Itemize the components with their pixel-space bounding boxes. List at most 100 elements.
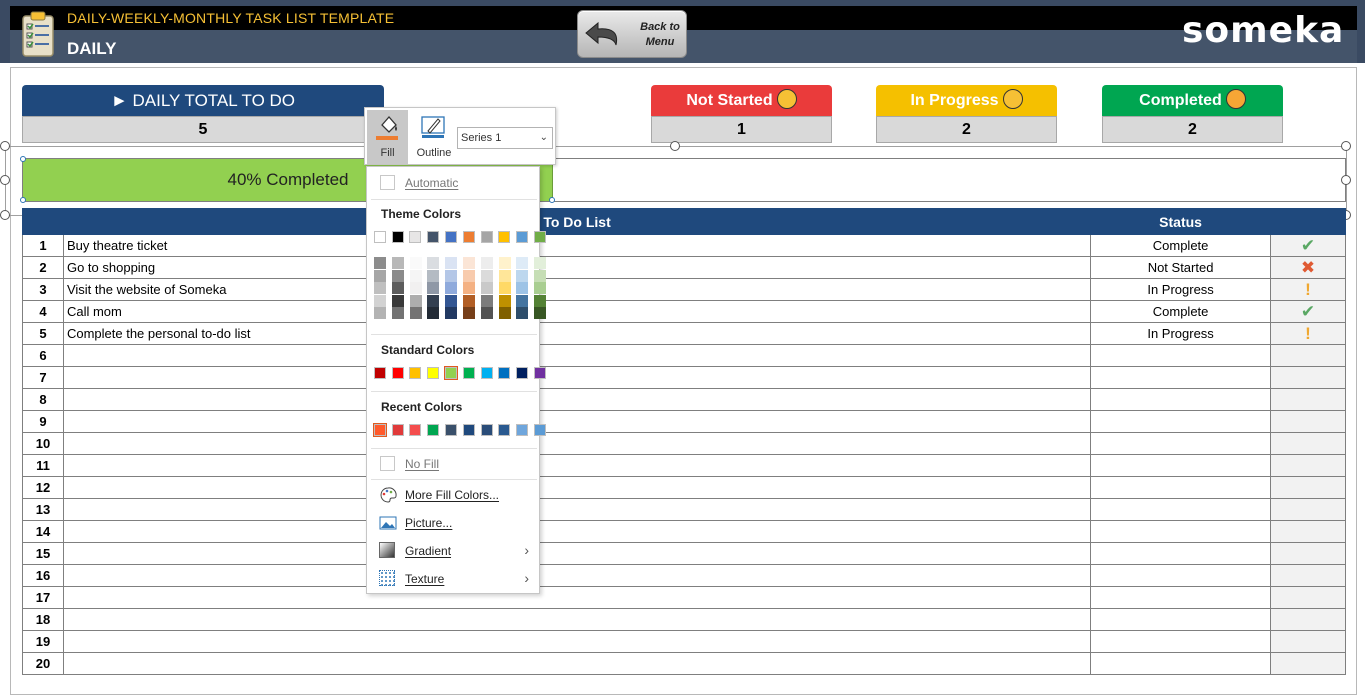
status-cell[interactable]: Not Started xyxy=(1090,256,1272,279)
more-fill-colors-option[interactable]: More Fill Colors... xyxy=(367,482,539,508)
row-number-cell[interactable]: 9 xyxy=(22,410,64,433)
color-swatch[interactable] xyxy=(444,366,459,380)
shade-swatch[interactable] xyxy=(409,294,422,307)
color-swatch[interactable] xyxy=(409,424,422,436)
shade-swatch[interactable] xyxy=(480,269,493,282)
no-fill-option[interactable]: No Fill xyxy=(367,451,539,477)
color-swatch[interactable] xyxy=(373,367,386,379)
shade-swatch[interactable] xyxy=(516,294,529,307)
status-cell[interactable] xyxy=(1090,630,1272,653)
status-cell[interactable] xyxy=(1090,520,1272,543)
row-number-cell[interactable]: 11 xyxy=(22,454,64,477)
color-swatch[interactable] xyxy=(480,367,493,379)
shade-swatch[interactable] xyxy=(498,294,511,307)
row-number-cell[interactable]: 16 xyxy=(22,564,64,587)
shade-swatch[interactable] xyxy=(445,307,458,319)
shade-swatch[interactable] xyxy=(463,257,475,269)
row-number-cell[interactable]: 19 xyxy=(22,630,64,653)
shade-swatch[interactable] xyxy=(534,307,547,319)
fill-button[interactable]: Fill xyxy=(367,110,408,164)
row-number-cell[interactable]: 14 xyxy=(22,520,64,543)
status-cell[interactable] xyxy=(1090,388,1272,411)
resize-handle[interactable] xyxy=(0,175,10,185)
status-cell[interactable] xyxy=(1090,344,1272,367)
shade-swatch[interactable] xyxy=(427,307,440,319)
shade-swatch[interactable] xyxy=(427,294,440,307)
status-cell[interactable] xyxy=(1090,564,1272,587)
status-cell[interactable]: In Progress xyxy=(1090,322,1272,345)
task-cell[interactable] xyxy=(62,564,1092,587)
row-number-cell[interactable]: 12 xyxy=(22,476,64,499)
progress-bar[interactable]: 40% Completed xyxy=(22,158,1346,202)
automatic-option[interactable]: Automatic xyxy=(367,170,539,196)
color-swatch[interactable] xyxy=(480,424,493,436)
shade-swatch[interactable] xyxy=(409,257,422,269)
row-number-cell[interactable]: 6 xyxy=(22,344,64,367)
shade-swatch[interactable] xyxy=(445,282,458,294)
color-swatch[interactable] xyxy=(391,231,404,243)
row-number-cell[interactable]: 3 xyxy=(22,278,64,301)
color-swatch[interactable] xyxy=(445,231,458,243)
status-cell[interactable] xyxy=(1090,410,1272,433)
status-cell[interactable] xyxy=(1090,498,1272,521)
resize-handle[interactable] xyxy=(670,141,680,151)
color-swatch[interactable] xyxy=(445,424,458,436)
shade-swatch[interactable] xyxy=(391,307,404,319)
task-cell[interactable]: Call mom xyxy=(62,300,1092,323)
status-cell[interactable] xyxy=(1090,432,1272,455)
color-swatch[interactable] xyxy=(391,424,404,436)
task-cell[interactable]: Go to shopping xyxy=(62,256,1092,279)
status-cell[interactable] xyxy=(1090,454,1272,477)
shade-swatch[interactable] xyxy=(498,282,511,294)
shade-swatch[interactable] xyxy=(463,282,475,294)
outline-button[interactable]: Outline xyxy=(412,110,456,164)
color-swatch[interactable] xyxy=(409,231,422,243)
shade-swatch[interactable] xyxy=(516,269,529,282)
color-swatch[interactable] xyxy=(533,424,546,436)
back-to-menu-button[interactable]: Back to Menu xyxy=(577,10,687,58)
shade-swatch[interactable] xyxy=(445,269,458,282)
shade-swatch[interactable] xyxy=(498,307,511,319)
row-number-cell[interactable]: 13 xyxy=(22,498,64,521)
shade-swatch[interactable] xyxy=(534,282,547,294)
row-number-cell[interactable]: 17 xyxy=(22,586,64,609)
color-swatch[interactable] xyxy=(372,423,387,437)
shade-swatch[interactable] xyxy=(480,294,493,307)
resize-handle[interactable] xyxy=(1341,141,1351,151)
series-handle[interactable] xyxy=(549,197,555,203)
shade-swatch[interactable] xyxy=(463,269,475,282)
shade-swatch[interactable] xyxy=(480,257,493,269)
row-number-cell[interactable]: 18 xyxy=(22,608,64,631)
shade-swatch[interactable] xyxy=(391,282,404,294)
color-swatch[interactable] xyxy=(516,231,529,243)
row-number-cell[interactable]: 15 xyxy=(22,542,64,565)
color-swatch[interactable] xyxy=(391,367,404,379)
row-number-cell[interactable]: 20 xyxy=(22,652,64,675)
color-swatch[interactable] xyxy=(498,231,511,243)
row-number-cell[interactable]: 4 xyxy=(22,300,64,323)
status-cell[interactable]: Complete xyxy=(1090,234,1272,257)
shade-swatch[interactable] xyxy=(534,269,547,282)
shade-swatch[interactable] xyxy=(427,282,440,294)
task-cell[interactable] xyxy=(62,652,1092,675)
color-swatch[interactable] xyxy=(533,367,546,379)
shade-swatch[interactable] xyxy=(516,257,529,269)
shade-swatch[interactable] xyxy=(374,294,386,307)
resize-handle[interactable] xyxy=(0,141,10,151)
shade-swatch[interactable] xyxy=(374,269,386,282)
shade-swatch[interactable] xyxy=(409,282,422,294)
texture-option[interactable]: Texture › xyxy=(367,566,539,592)
color-swatch[interactable] xyxy=(373,231,386,243)
task-cell[interactable]: Visit the website of Someka xyxy=(62,278,1092,301)
status-cell[interactable] xyxy=(1090,476,1272,499)
shade-swatch[interactable] xyxy=(427,257,440,269)
resize-handle[interactable] xyxy=(1341,175,1351,185)
shade-swatch[interactable] xyxy=(374,282,386,294)
row-number-cell[interactable]: 7 xyxy=(22,366,64,389)
shade-swatch[interactable] xyxy=(534,257,547,269)
shade-swatch[interactable] xyxy=(480,282,493,294)
status-cell[interactable] xyxy=(1090,586,1272,609)
task-cell[interactable] xyxy=(62,476,1092,499)
shade-swatch[interactable] xyxy=(534,294,547,307)
shade-swatch[interactable] xyxy=(516,307,529,319)
